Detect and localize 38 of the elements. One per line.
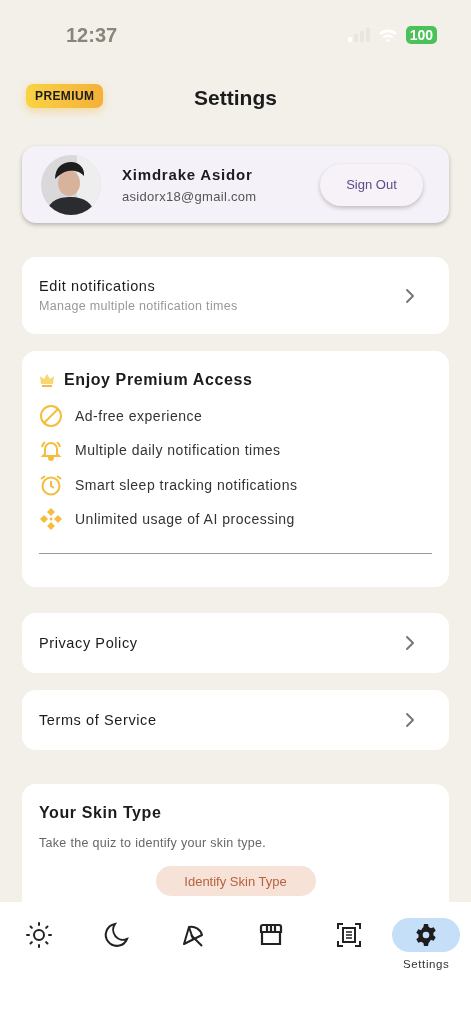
store-icon bbox=[258, 922, 285, 948]
row-subtitle: Manage multiple notification times bbox=[39, 299, 239, 313]
chevron-right-icon bbox=[405, 635, 415, 652]
chevron-right-icon bbox=[405, 287, 415, 304]
privacy-policy-row[interactable]: Privacy Policy bbox=[22, 613, 449, 674]
alarm-clock-icon bbox=[39, 472, 63, 497]
premium-badge[interactable]: PREMIUM bbox=[26, 84, 104, 108]
sun-icon bbox=[25, 922, 52, 948]
settings-icon bbox=[414, 923, 439, 947]
feature-text: Unlimited usage of AI processing bbox=[75, 511, 295, 528]
nav-tab[interactable] bbox=[392, 918, 461, 952]
status-time: 12:37 bbox=[66, 23, 118, 47]
prohibited-icon bbox=[39, 404, 63, 429]
battery-indicator: 100 bbox=[405, 26, 437, 44]
premium-title: Enjoy Premium Access bbox=[64, 371, 253, 389]
bell-icon bbox=[39, 438, 63, 463]
sparkle-crown-icon bbox=[39, 372, 55, 388]
chevron-right-icon bbox=[405, 712, 415, 729]
user-email: asidorx18@gmail.com bbox=[122, 188, 258, 204]
signal-icon bbox=[347, 28, 370, 42]
terms-of-service-row[interactable]: Terms of Service bbox=[22, 690, 449, 751]
user-name: Ximdrake Asidor bbox=[122, 165, 254, 183]
notifications-row[interactable]: Edit notifications Manage multiple notification times bbox=[22, 257, 449, 334]
skin-type-description: Take the quiz to identify your skin type. bbox=[39, 836, 267, 851]
feature-text: Smart sleep tracking notifications bbox=[75, 476, 298, 493]
nav-label: Settings bbox=[403, 958, 450, 970]
feature-text: Ad-free experience bbox=[75, 408, 203, 425]
row-title: Terms of Service bbox=[39, 712, 158, 729]
sign-out-button[interactable]: Sign Out bbox=[320, 163, 423, 206]
feature-text: Multiple daily notification times bbox=[75, 442, 281, 459]
document-scan-icon bbox=[335, 922, 362, 948]
row-title: Privacy Policy bbox=[39, 635, 139, 652]
moon-icon bbox=[103, 922, 130, 948]
ai-diamonds-icon bbox=[39, 507, 63, 532]
page-title: Settings bbox=[194, 86, 277, 110]
skin-type-title: Your Skin Type bbox=[39, 804, 163, 823]
identify-skin-type-button[interactable]: Identify Skin Type bbox=[155, 866, 316, 897]
row-title: Edit notifications bbox=[39, 278, 157, 294]
